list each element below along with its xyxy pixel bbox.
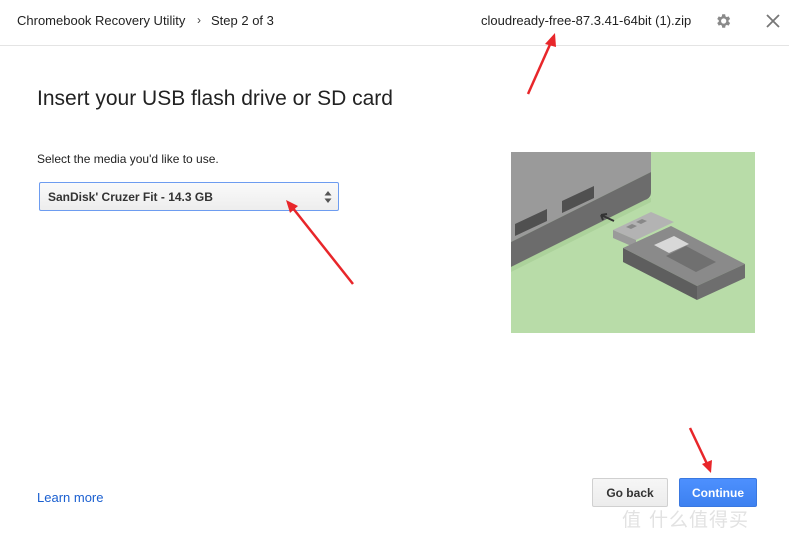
gear-icon[interactable] (714, 12, 732, 30)
watermark: 值 什么值得买 (622, 509, 750, 531)
breadcrumb-separator: › (197, 13, 201, 27)
continue-button[interactable]: Continue (679, 478, 757, 507)
step-indicator: Step 2 of 3 (211, 13, 274, 28)
close-icon[interactable] (764, 12, 782, 30)
selected-image-filename: cloudready-free-87.3.41-64bit (1).zip (481, 13, 692, 28)
usb-insert-illustration (511, 152, 755, 333)
annotation-arrowhead-continue (702, 460, 712, 473)
page-title: Insert your USB flash drive or SD card (37, 87, 393, 110)
app-title: Chromebook Recovery Utility (17, 13, 186, 28)
updown-arrows-icon (324, 190, 332, 204)
annotation-arrow-filename (526, 39, 554, 95)
media-prompt-label: Select the media you'd like to use. (37, 152, 219, 166)
media-select[interactable]: SanDisk' Cruzer Fit - 14.3 GB (39, 182, 339, 211)
title-bar: Chromebook Recovery Utility › Step 2 of … (0, 0, 789, 46)
annotation-arrow-continue (688, 427, 710, 467)
learn-more-link[interactable]: Learn more (37, 490, 103, 505)
annotation-arrow-select (291, 206, 354, 285)
go-back-button[interactable]: Go back (592, 478, 668, 507)
media-select-value: SanDisk' Cruzer Fit - 14.3 GB (48, 190, 213, 204)
